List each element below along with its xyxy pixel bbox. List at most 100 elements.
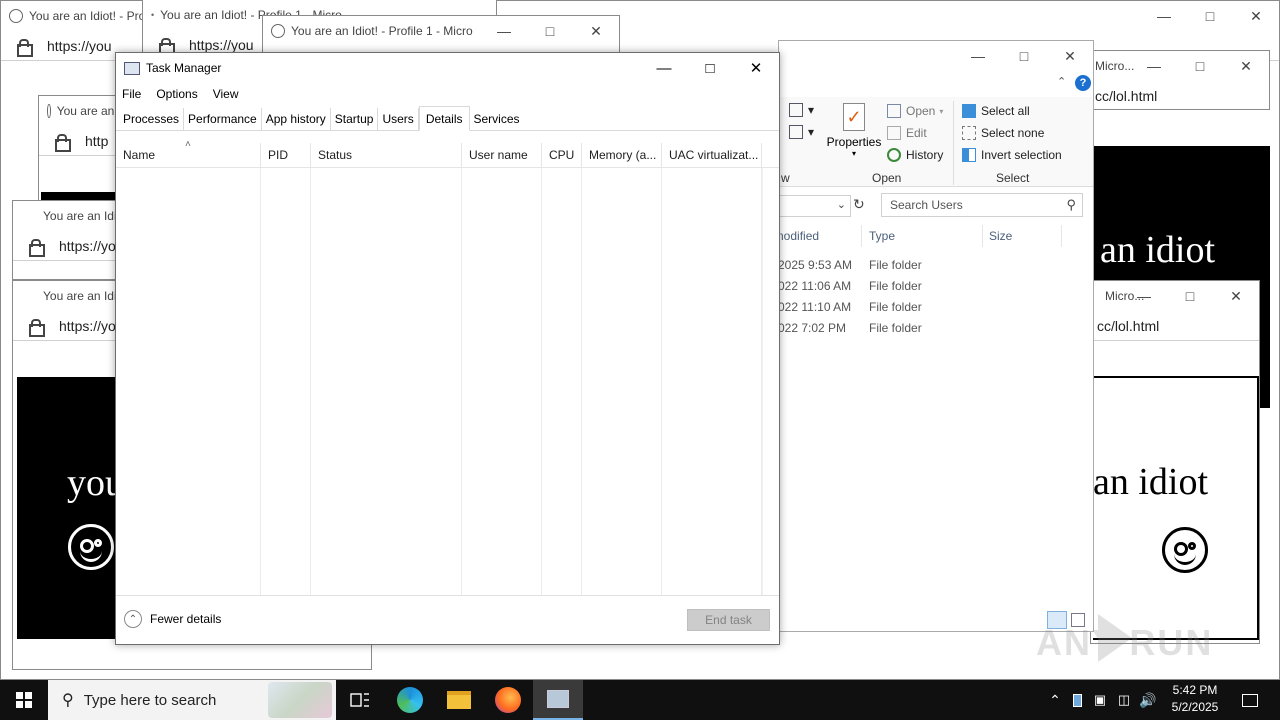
column-header-type[interactable]: Type [869,229,895,243]
minimize-icon[interactable]: — [1141,1,1187,31]
column-status[interactable]: Status [311,143,462,167]
address-bar[interactable]: cc/lol.html [1081,81,1269,109]
tab-processes[interactable]: Processes [119,108,185,130]
menu-options[interactable]: Options [156,87,197,101]
meet-now-icon[interactable]: ▣ [1088,692,1112,708]
task-manager-window[interactable]: Task Manager — □ ✕ File Options View Pro… [115,52,780,645]
menu-bar: File Options View [116,83,779,105]
tab-startup[interactable]: Startup [331,108,379,130]
list-item[interactable]: 022 11:06 AM File folder [778,276,1093,297]
tab-services[interactable]: Services [470,108,524,130]
file-list: 2025 9:53 AM File folder 022 11:06 AM File… [778,255,1093,339]
chevron-down-icon[interactable]: ⌄ [837,198,846,211]
list-item[interactable]: 022 11:10 AM File folder [778,297,1093,318]
fewer-details-button[interactable]: ⌃ Fewer details [124,610,221,628]
column-user-name[interactable]: User name [462,143,542,167]
column-header-size[interactable]: Size [989,229,1012,243]
column-cpu[interactable]: CPU [542,143,582,167]
minimize-button[interactable]: — [641,53,687,83]
task-manager-taskbar-button[interactable] [533,680,583,720]
smiley-favicon-icon [47,104,51,118]
browser-window-back-6[interactable]: You are an Idio https://yo [12,200,122,280]
list-item[interactable]: 022 7:02 PM File folder [778,318,1093,339]
paste-shortcut-icon[interactable]: ▾ [789,125,814,139]
refresh-icon[interactable]: ↻ [853,196,865,213]
select-all-icon [962,104,976,118]
end-task-button[interactable]: End task [687,609,770,631]
details-view-icon[interactable] [1047,611,1067,629]
address-bar[interactable]: cc/lol.html [1091,311,1259,341]
ribbon-collapse-icon[interactable]: ⌃ [1057,75,1066,88]
minimize-icon[interactable]: — [955,41,1001,71]
url-text: cc/lol.html [1095,87,1158,104]
volume-icon[interactable]: 🔊 [1136,692,1160,709]
taskbar-search-box[interactable]: ⚲ Type here to search [48,680,336,720]
maximize-button[interactable]: □ [687,53,733,83]
edit-button[interactable]: Edit [887,126,927,140]
file-explorer-taskbar-button[interactable] [435,680,483,720]
maximize-icon[interactable]: □ [527,16,573,46]
chevron-up-icon[interactable]: ⌃ [1044,692,1066,709]
tab-performance[interactable]: Performance [184,108,262,130]
smiley-favicon-icon [271,24,285,38]
file-explorer-window[interactable]: — □ ✕ ⌃ ? ▾ ▾ w ✓ Properties ▾ Open ▾ Edi… [777,40,1094,632]
column-uac-virtualization[interactable]: UAC virtualizat... [662,143,762,167]
invert-selection-button[interactable]: Invert selection [962,148,1062,162]
close-icon[interactable]: ✕ [1223,51,1269,81]
edge-taskbar-button[interactable] [386,680,434,720]
windows-logo-icon [16,692,32,708]
minimize-icon[interactable]: — [1131,51,1177,81]
network-icon[interactable]: ◫ [1112,692,1136,708]
large-icons-view-icon[interactable] [1071,613,1085,627]
start-button[interactable] [0,680,48,720]
list-item[interactable]: 2025 9:53 AM File folder [778,255,1093,276]
close-icon[interactable]: ✕ [1213,281,1259,311]
tab-details[interactable]: Details [418,106,470,131]
vertical-scrollbar[interactable] [762,168,779,596]
window-title: Task Manager [146,61,222,75]
browser-window-back-8[interactable]: Micro... — □ ✕ cc/lol.html an idiot [1090,280,1260,644]
browser-window-back-3[interactable]: You are an Idiot! - Profile 1 - Micro — … [262,15,620,55]
help-icon[interactable]: ? [1075,75,1091,91]
address-bar[interactable]: https://yo [13,231,121,261]
column-header-modified[interactable]: nodified [777,229,819,243]
history-button[interactable]: History [887,148,943,162]
copy-path-icon[interactable]: ▾ [789,103,814,117]
window-controls: — □ ✕ [1121,281,1259,311]
firefox-taskbar-button[interactable] [484,680,532,720]
menu-view[interactable]: View [213,87,239,101]
close-icon[interactable]: ✕ [573,16,619,46]
select-none-button[interactable]: Select none [962,126,1044,140]
properties-button[interactable]: ✓ Properties ▾ [825,103,883,163]
column-pid[interactable]: PID [261,143,311,167]
browser-titlebar: You are an Idio [13,201,121,231]
browser-tab-title: Micro... [1095,59,1135,73]
task-view-button[interactable] [336,680,384,720]
maximize-icon[interactable]: □ [1167,281,1213,311]
open-button[interactable]: Open ▾ [887,104,943,118]
battery-icon[interactable] [1066,693,1088,707]
action-center-button[interactable] [1230,680,1270,720]
minimize-icon[interactable]: — [481,16,527,46]
select-all-button[interactable]: Select all [962,104,1030,118]
notification-icon [1242,693,1258,707]
search-box[interactable]: Search Users ⚲ [881,193,1083,217]
menu-file[interactable]: File [122,87,141,101]
address-combo[interactable]: ⌄ [779,195,851,217]
clock[interactable]: 5:42 PM 5/2/2025 [1162,682,1228,718]
search-highlight-icon [268,682,332,718]
task-view-icon [350,693,369,707]
close-icon[interactable]: ✕ [1047,41,1093,71]
browser-window-back-4[interactable]: Micro... — □ ✕ cc/lol.html [1080,50,1270,110]
maximize-icon[interactable]: □ [1187,1,1233,31]
close-icon[interactable]: ✕ [1233,1,1279,31]
close-button[interactable]: ✕ [733,53,779,83]
tab-users[interactable]: Users [378,108,419,130]
ribbon-group-open-label: Open [872,171,902,185]
tab-app-history[interactable]: App history [262,108,331,130]
url-text: cc/lol.html [1097,317,1160,334]
maximize-icon[interactable]: □ [1177,51,1223,81]
maximize-icon[interactable]: □ [1001,41,1047,71]
minimize-icon[interactable]: — [1121,281,1167,311]
column-memory[interactable]: Memory (a... [582,143,662,167]
